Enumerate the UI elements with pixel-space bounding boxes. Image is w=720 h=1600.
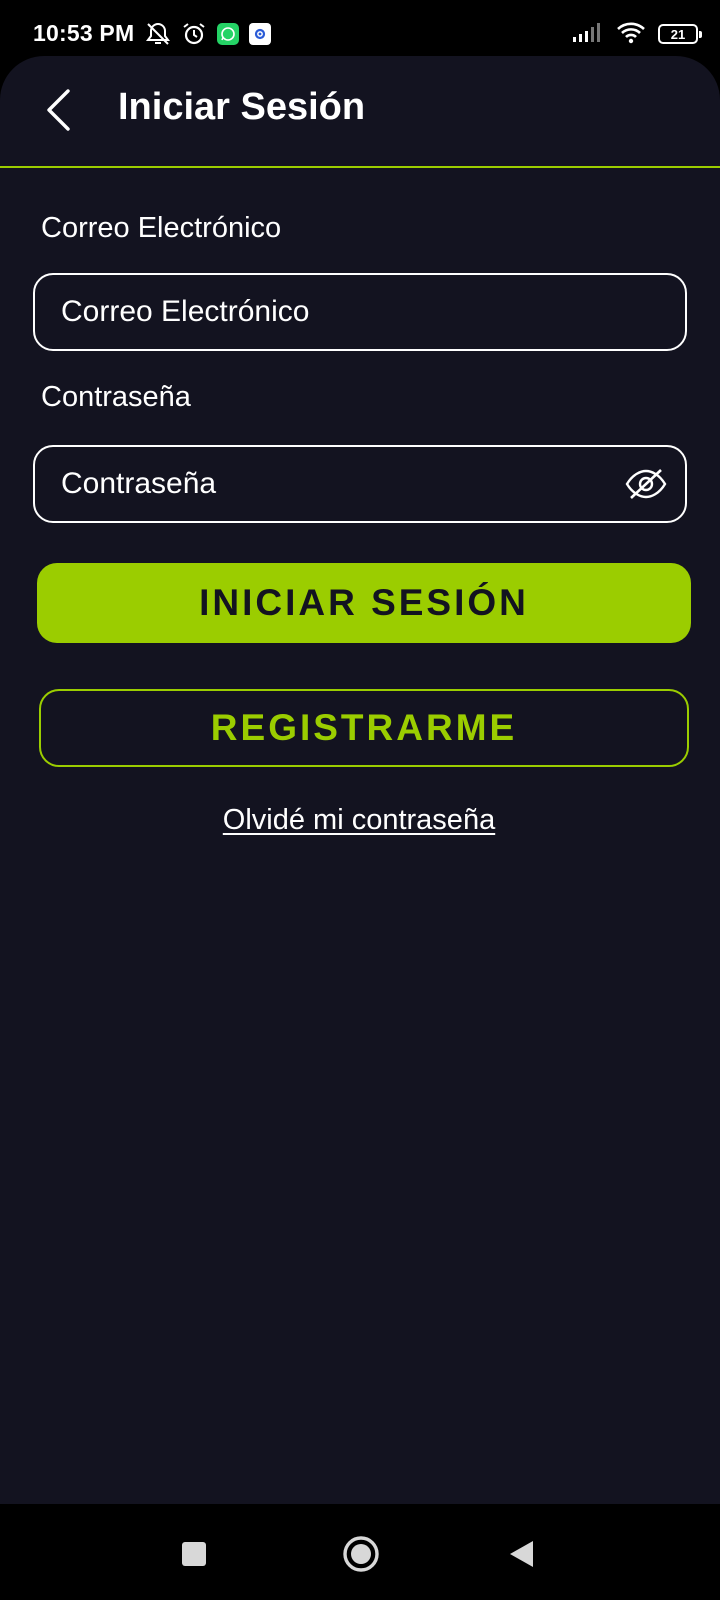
system-nav-bar — [0, 1504, 720, 1600]
signal-icon — [572, 21, 604, 48]
email-field-container — [33, 273, 687, 351]
password-label: Contraseña — [41, 381, 191, 413]
wifi-icon — [616, 20, 646, 49]
password-visibility-toggle[interactable] — [623, 460, 669, 508]
eye-off-icon — [625, 469, 667, 499]
alarm-off-icon — [145, 21, 171, 47]
status-icons-right: 21 — [572, 20, 702, 49]
login-screen: Iniciar Sesión Correo Electrónico Contra… — [0, 56, 720, 1504]
app-gear-icon — [249, 23, 271, 45]
whatsapp-icon — [217, 23, 239, 45]
battery-level: 21 — [670, 26, 686, 42]
circle-home-icon — [343, 1536, 379, 1572]
triangle-back-icon — [510, 1541, 533, 1567]
page-title: Iniciar Sesión — [118, 86, 366, 128]
chevron-left-icon — [47, 89, 70, 131]
home-button[interactable] — [337, 1530, 385, 1578]
login-button[interactable]: INICIAR SESIÓN — [37, 563, 691, 643]
alarm-clock-icon — [181, 21, 207, 47]
forgot-password-link[interactable]: Olvidé mi contraseña — [31, 797, 687, 843]
status-icons-left — [145, 20, 271, 48]
square-icon — [182, 1542, 206, 1566]
forgot-password-label: Olvidé mi contraseña — [222, 803, 496, 836]
password-input[interactable] — [53, 461, 605, 507]
status-time: 10:53 PM — [33, 20, 135, 46]
status-bar: 10:53 PM 21 — [0, 0, 720, 56]
back-nav-button[interactable] — [497, 1530, 545, 1578]
app-header: Iniciar Sesión — [0, 56, 720, 168]
email-label: Correo Electrónico — [41, 212, 282, 244]
email-input[interactable] — [53, 289, 651, 335]
password-field-container — [33, 445, 687, 523]
register-button[interactable]: REGISTRARME — [39, 689, 689, 767]
battery-icon: 21 — [658, 24, 702, 44]
back-button[interactable] — [5, 71, 113, 149]
recents-button[interactable] — [170, 1530, 218, 1578]
